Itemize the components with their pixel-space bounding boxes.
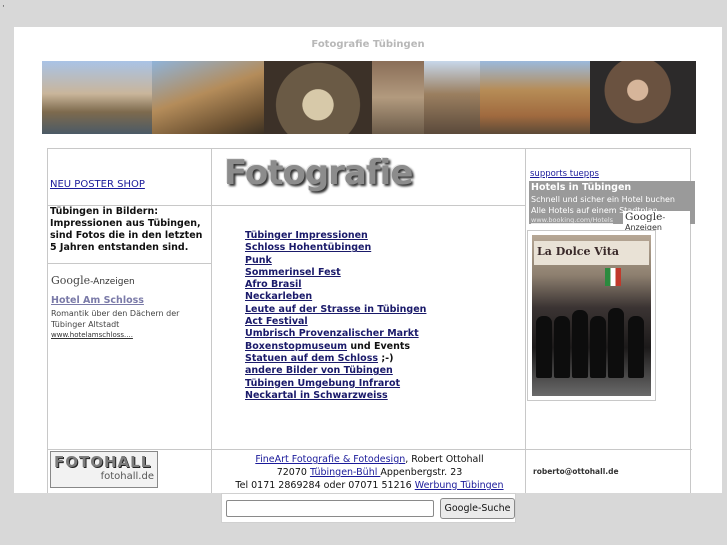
list-item: Neckartal in Schwarzweiss	[245, 390, 426, 402]
photo-figure	[608, 308, 624, 378]
list-item: Tübinger Impressionen	[245, 230, 426, 242]
photo-figure	[590, 316, 606, 378]
list-item: Schloss Hohentübingen	[245, 242, 426, 254]
footer-contact: FineArt Fotografie & Fotodesign, Robert …	[213, 453, 526, 492]
footer-line: FineArt Fotografie & Fotodesign, Robert …	[255, 454, 484, 465]
banner-photo-strip	[42, 61, 696, 134]
footer-line: Tel 0171 2869284 oder 07071 51216 Werbun…	[235, 480, 504, 491]
gallery-link[interactable]: Punk	[245, 255, 272, 266]
gallery-link[interactable]: Neckarleben	[245, 291, 312, 302]
ads-label: Google-Anzeigen	[51, 274, 135, 287]
fotohall-logo[interactable]: FOTOHALL fotohall.de	[50, 451, 158, 488]
fotografie-logo: Fotografie	[224, 153, 413, 193]
banner-photo-violinist	[590, 61, 696, 134]
google-ad-block: Google-Anzeigen Hotel Am Schloss Romanti…	[51, 274, 201, 339]
site-title: Fotografie Tübingen	[311, 39, 425, 50]
fotohall-logo-domain: fotohall.de	[100, 471, 154, 482]
ad-url-link[interactable]: www.hotelamschloss....	[51, 331, 201, 339]
list-item: Leute auf der Strasse in Tübingen	[245, 304, 426, 316]
list-item: Punk	[245, 255, 426, 267]
gallery-link[interactable]: Act Festival	[245, 316, 308, 327]
page-container: Fotografie Tübingen NEU POSTER SHOP Foto…	[14, 27, 722, 493]
italian-flag-icon	[605, 268, 621, 286]
list-item: Act Festival	[245, 316, 426, 328]
photo-figure	[536, 316, 552, 378]
list-item: Tübingen Umgebung Infrarot	[245, 378, 426, 390]
link-suffix: und Events	[347, 340, 411, 352]
column-divider	[211, 149, 212, 493]
banner-photo-archway	[264, 61, 372, 134]
gallery-link[interactable]: andere Bilder von Tübingen	[245, 365, 393, 376]
photo-figure	[554, 316, 570, 378]
gallery-link[interactable]: Boxenstopmuseum	[245, 341, 347, 352]
gallery-link[interactable]: Schloss Hohentübingen	[245, 242, 371, 253]
column-divider	[525, 149, 526, 493]
google-search-bar: Google-Suche	[221, 493, 516, 523]
photo-figure	[628, 316, 644, 378]
corner-mark: ·	[2, 2, 5, 12]
banner-photo-old-town	[372, 61, 424, 134]
gallery-link[interactable]: Umbrisch Provenzalischer Markt	[245, 328, 419, 339]
google-ads-badge: Google-Anzeigen	[623, 211, 690, 232]
list-item: andere Bilder von Tübingen	[245, 365, 426, 377]
list-item: Statuen auf dem Schloss ;-)	[245, 353, 426, 365]
content-table: NEU POSTER SHOP Fotografie Tübingen in B…	[47, 148, 695, 493]
fineart-link[interactable]: FineArt Fotografie & Fotodesign	[255, 454, 405, 465]
banner-photo-riverfront	[42, 61, 152, 134]
gallery-link[interactable]: Tübingen Umgebung Infrarot	[245, 378, 400, 389]
google-logo: Google	[625, 211, 663, 223]
contact-email: roberto@ottohall.de	[533, 467, 619, 476]
list-item: Neckarleben	[245, 291, 426, 303]
ad-title-link[interactable]: Hotel Am Schloss	[51, 295, 201, 307]
list-item: Boxenstopmuseum und Events	[245, 341, 426, 353]
footer-line: 72070 Tübingen-Bühl Appenbergstr. 23	[276, 467, 463, 478]
banner-photo-alley	[424, 61, 480, 134]
gallery-link[interactable]: Afro Brasil	[245, 279, 302, 290]
gallery-link[interactable]: Neckartal in Schwarzweiss	[245, 390, 388, 401]
supports-link[interactable]: supports tuepps	[530, 169, 599, 179]
gallery-link-list: Tübinger Impressionen Schloss Hohentübin…	[245, 230, 426, 402]
gallery-link[interactable]: Sommerinsel Fest	[245, 267, 341, 278]
banner-photo-punts	[152, 61, 264, 134]
banner-photo-town-hall	[480, 61, 590, 134]
list-item: Sommerinsel Fest	[245, 267, 426, 279]
ad-description: Romantik über den Dächern der Tübinger A…	[51, 309, 180, 329]
google-search-button[interactable]: Google-Suche	[440, 498, 515, 519]
featured-photo[interactable]: La Dolce Vita	[527, 230, 656, 401]
gallery-link[interactable]: Leute auf der Strasse in Tübingen	[245, 304, 426, 315]
list-item: Afro Brasil	[245, 279, 426, 291]
search-input[interactable]	[226, 500, 434, 517]
list-item: Umbrisch Provenzalischer Markt	[245, 328, 426, 340]
link-suffix: ;-)	[378, 352, 394, 364]
intro-text: Tübingen in Bildern: Impressionen aus Tü…	[50, 206, 203, 253]
fotohall-logo-text: FOTOHALL	[54, 453, 152, 471]
hotel-ad-line: Schnell und sicher ein Hotel buchen	[531, 195, 676, 204]
dolce-vita-photo: La Dolce Vita	[532, 235, 651, 396]
gallery-link[interactable]: Tübinger Impressionen	[245, 230, 368, 241]
row-divider	[48, 263, 211, 264]
werbung-link[interactable]: Werbung Tübingen	[415, 480, 504, 491]
gallery-link[interactable]: Statuen auf dem Schloss	[245, 353, 378, 364]
row-divider	[48, 449, 692, 450]
tuebingen-buehl-link[interactable]: Tübingen-Bühl	[310, 467, 380, 478]
photo-shop-sign: La Dolce Vita	[534, 241, 649, 265]
poster-shop-link[interactable]: NEU POSTER SHOP	[50, 179, 145, 190]
google-logo: Google	[51, 274, 91, 287]
hotel-ad-title[interactable]: Hotels in Tübingen	[529, 181, 695, 194]
photo-figure	[572, 310, 588, 378]
